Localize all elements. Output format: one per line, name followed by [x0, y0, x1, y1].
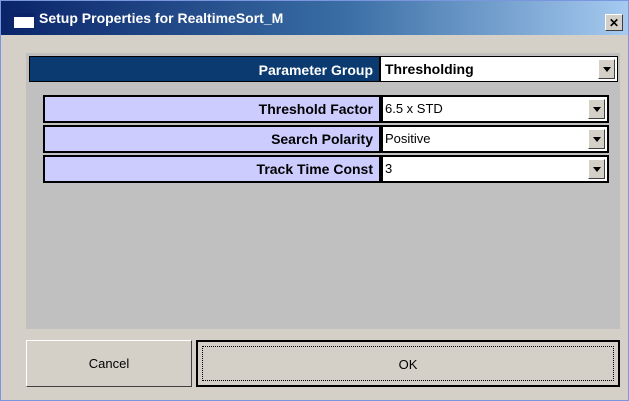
window-icon	[13, 13, 35, 29]
dialog-window: Setup Properties for RealtimeSort_M ✕ Pa…	[0, 0, 629, 401]
chevron-down-icon[interactable]	[588, 129, 605, 149]
chevron-down-icon[interactable]	[598, 59, 615, 79]
properties-panel: Parameter Group Thresholding Threshold F…	[26, 53, 620, 329]
search-polarity-value: Positive	[385, 131, 431, 146]
parameter-group-value: Thresholding	[385, 61, 474, 77]
param-label-search-polarity: Search Polarity	[43, 125, 381, 153]
track-time-const-value: 3	[385, 161, 393, 176]
close-button[interactable]: ✕	[605, 14, 623, 31]
param-label-threshold-factor: Threshold Factor	[43, 95, 381, 123]
threshold-factor-value: 6.5 x STD	[385, 101, 443, 116]
parameter-group-select[interactable]: Thresholding	[380, 56, 618, 82]
parameter-group-label: Parameter Group	[29, 56, 380, 82]
chevron-down-icon[interactable]	[588, 159, 605, 179]
title-bar[interactable]: Setup Properties for RealtimeSort_M ✕	[1, 1, 628, 35]
window-title: Setup Properties for RealtimeSort_M	[39, 10, 284, 26]
close-icon: ✕	[608, 15, 620, 30]
param-label-track-time-const: Track Time Const	[43, 155, 381, 183]
focus-rectangle	[202, 346, 614, 381]
track-time-const-select[interactable]: 3	[381, 155, 609, 183]
cancel-button[interactable]: Cancel	[26, 340, 192, 387]
search-polarity-select[interactable]: Positive	[381, 125, 609, 153]
threshold-factor-select[interactable]: 6.5 x STD	[381, 95, 609, 123]
chevron-down-icon[interactable]	[588, 99, 605, 119]
ok-button[interactable]: OK	[196, 340, 620, 387]
